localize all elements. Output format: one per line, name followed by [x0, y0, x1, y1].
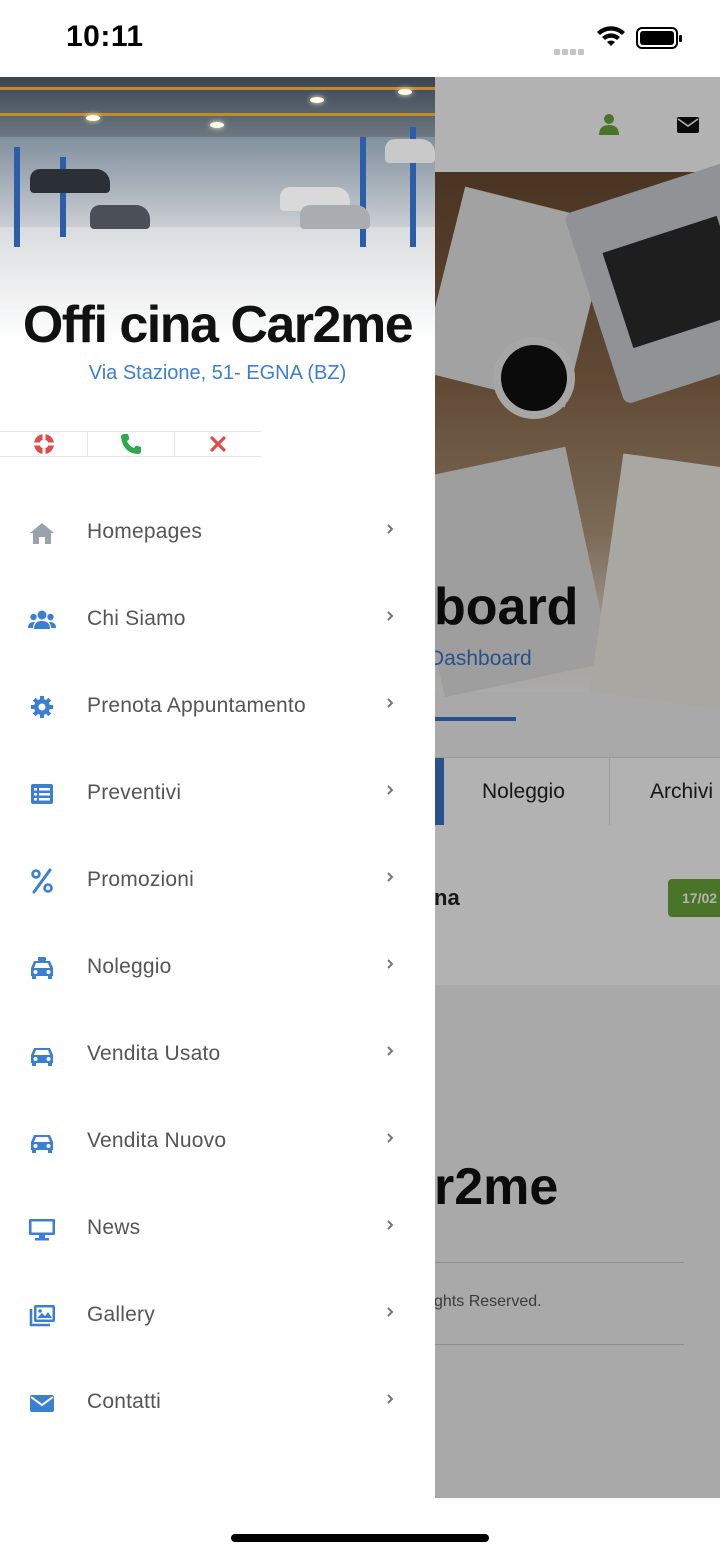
menu-item-news[interactable]: News: [0, 1185, 435, 1272]
car-icon: [31, 1135, 53, 1153]
menu-item-prenota-appuntamento[interactable]: Prenota Appuntamento: [0, 663, 435, 750]
images-icon: [29, 1305, 55, 1327]
chevron-right-icon: [387, 959, 394, 969]
chevron-right-icon: [387, 1394, 394, 1404]
support-button[interactable]: [0, 432, 87, 456]
chevron-right-icon: [387, 1307, 394, 1317]
menu-item-label: Noleggio: [87, 955, 172, 978]
chevron-right-icon: [387, 1220, 394, 1230]
menu-item-label: Vendita Usato: [87, 1042, 221, 1065]
menu-item-label: News: [87, 1216, 141, 1239]
menu-item-chi-siamo[interactable]: Chi Siamo: [0, 576, 435, 663]
cellular-signal-icon: [554, 42, 588, 55]
gear-icon: [31, 696, 53, 718]
menu-item-homepages[interactable]: Homepages: [0, 489, 435, 576]
call-button[interactable]: [87, 432, 174, 456]
close-drawer-button[interactable]: [174, 432, 261, 456]
brand-address[interactable]: Via Stazione, 51- EGNA (BZ): [0, 362, 435, 385]
menu-item-label: Promozioni: [87, 868, 195, 891]
menu-item-vendita-usato[interactable]: Vendita Usato: [0, 1011, 435, 1098]
users-icon: [28, 610, 56, 629]
car-icon: [31, 1048, 53, 1066]
drawer-menu: Homepages Chi Siamo Prenota Appuntamento…: [0, 489, 435, 1446]
home-indicator[interactable]: [231, 1534, 489, 1542]
chevron-right-icon: [387, 698, 394, 708]
garage-header-image: Offi cina Car2me Via Stazione, 51- EGNA …: [0, 77, 435, 407]
status-time: 10:11: [66, 20, 144, 53]
lifebuoy-icon: [33, 434, 54, 454]
chevron-right-icon: [387, 611, 394, 621]
percent-icon: [31, 868, 53, 894]
chevron-right-icon: [387, 872, 394, 882]
menu-item-preventivi[interactable]: Preventivi: [0, 750, 435, 837]
menu-item-vendita-nuovo[interactable]: Vendita Nuovo: [0, 1098, 435, 1185]
brand-name: Offi cina Car2me: [22, 296, 414, 354]
list-icon: [31, 784, 53, 804]
home-icon: [30, 523, 54, 544]
menu-item-label: Gallery: [87, 1303, 155, 1326]
menu-item-label: Homepages: [87, 520, 203, 543]
monitor-icon: [29, 1219, 55, 1241]
phone-icon: [120, 434, 141, 454]
menu-item-gallery[interactable]: Gallery: [0, 1272, 435, 1359]
chevron-right-icon: [387, 524, 394, 534]
menu-item-promozioni[interactable]: Promozioni: [0, 837, 435, 924]
menu-item-label: Contatti: [87, 1390, 161, 1413]
chevron-right-icon: [387, 1046, 394, 1056]
menu-item-label: Preventivi: [87, 781, 182, 804]
chevron-right-icon: [387, 1133, 394, 1143]
close-icon: [209, 436, 226, 452]
menu-item-label: Prenota Appuntamento: [87, 694, 306, 717]
menu-item-contatti[interactable]: Contatti: [0, 1359, 435, 1446]
status-bar: 10:11: [0, 0, 720, 77]
chevron-right-icon: [387, 785, 394, 795]
menu-item-label: Chi Siamo: [87, 607, 186, 630]
navigation-drawer: Offi cina Car2me Via Stazione, 51- EGNA …: [0, 77, 435, 1498]
taxi-icon: [31, 957, 53, 979]
wifi-icon: [597, 26, 625, 46]
battery-icon: [636, 27, 682, 49]
quick-actions-bar: [0, 431, 261, 457]
menu-item-label: Vendita Nuovo: [87, 1129, 227, 1152]
menu-item-noleggio[interactable]: Noleggio: [0, 924, 435, 1011]
envelope-icon: [30, 1395, 54, 1412]
